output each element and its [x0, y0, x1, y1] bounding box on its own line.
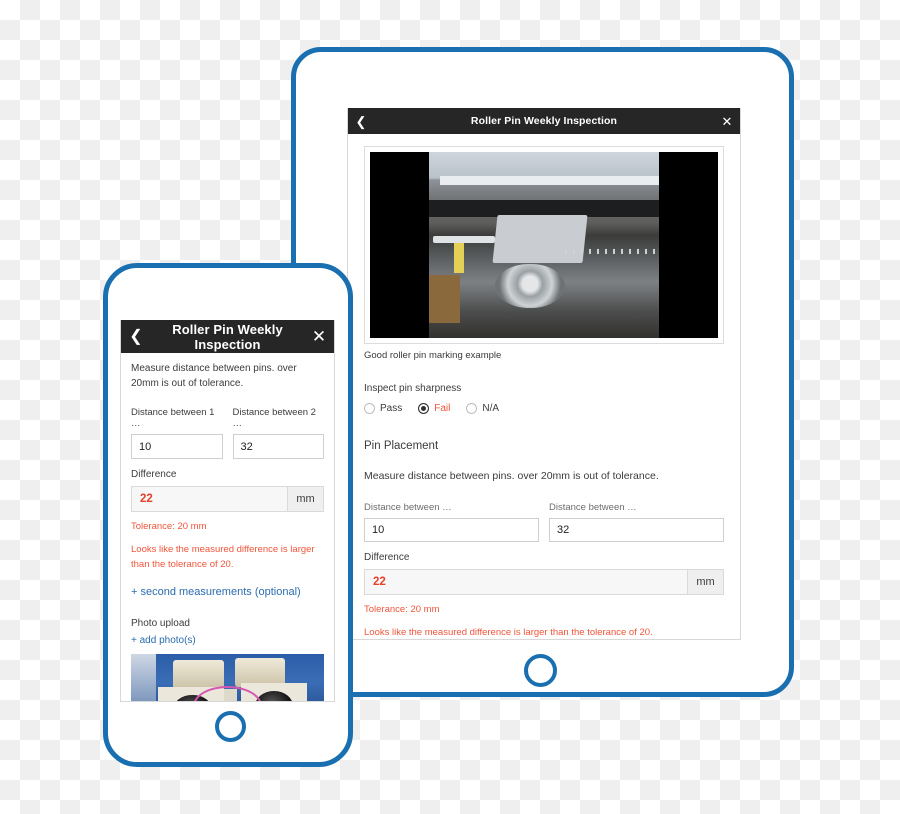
distance-field-1: Distance between … 10 — [364, 502, 539, 543]
chevron-left-icon[interactable]: ❮ — [348, 115, 374, 128]
distance-field-2: Distance between 2 … 32 — [232, 407, 324, 459]
tolerance-text: Tolerance: 20 mm — [131, 521, 207, 532]
phone-screen: ❮ Roller Pin Weekly Inspection ✕ Measure… — [120, 320, 335, 702]
uploaded-photo-thumbnail[interactable] — [131, 654, 324, 701]
difference-unit: mm — [287, 486, 324, 512]
phone-home-button[interactable] — [215, 711, 246, 742]
distance-1-label: Distance between 1 … — [131, 407, 215, 429]
tolerance-warning: Looks like the measured difference is la… — [364, 627, 653, 639]
reference-photo-frame — [364, 146, 724, 344]
close-icon[interactable]: ✕ — [304, 328, 334, 345]
close-icon[interactable]: ✕ — [714, 115, 740, 128]
tolerance-warning: Looks like the measured difference is la… — [131, 544, 315, 571]
section-title-pin-placement: Pin Placement — [364, 440, 439, 452]
radio-label: N/A — [482, 403, 500, 414]
difference-field: 22 mm — [364, 569, 724, 596]
pin-placement-instruction: Measure distance between pins. over 20mm… — [364, 470, 659, 482]
difference-value: 22 — [131, 486, 287, 512]
distance-2-label: Distance between … — [549, 502, 637, 514]
difference-field: 22 mm — [131, 486, 324, 512]
radio-circle-icon — [364, 403, 375, 414]
difference-label: Difference — [364, 552, 410, 564]
reference-photo-image — [370, 152, 718, 338]
distance-2-input[interactable]: 32 — [549, 518, 724, 543]
tablet-home-button[interactable] — [524, 654, 557, 687]
phone-device-frame: ❮ Roller Pin Weekly Inspection ✕ Measure… — [103, 263, 353, 767]
distance-2-input[interactable]: 32 — [232, 434, 324, 459]
tablet-screen: ❮ Roller Pin Weekly Inspection ✕ Good ro… — [347, 108, 741, 640]
distance-fields-row: Distance between … 10 Distance between …… — [364, 502, 724, 543]
distance-field-1: Distance between 1 … 10 — [131, 407, 223, 459]
second-measurements-link[interactable]: + second measurements (optional) — [131, 586, 324, 598]
distance-2-label: Distance between 2 … — [232, 407, 316, 429]
tablet-form-body: Good roller pin marking example Inspect … — [348, 134, 740, 639]
distance-1-label: Distance between … — [364, 502, 452, 514]
distance-field-2: Distance between … 32 — [549, 502, 724, 543]
sharpness-question-label: Inspect pin sharpness — [364, 383, 462, 394]
photo-caption: Good roller pin marking example — [364, 350, 502, 361]
difference-value: 22 — [364, 569, 687, 596]
tablet-titlebar: ❮ Roller Pin Weekly Inspection ✕ — [348, 108, 740, 134]
tolerance-text: Tolerance: 20 mm — [364, 604, 440, 616]
phone-form-body: Measure distance between pins. over 20mm… — [121, 353, 334, 701]
chevron-left-icon[interactable]: ❮ — [121, 328, 151, 345]
radio-label: Pass — [380, 403, 403, 414]
distance-fields-row: Distance between 1 … 10 Distance between… — [131, 407, 324, 459]
radio-circle-icon — [466, 403, 478, 414]
radio-option-pass[interactable]: Pass — [364, 403, 402, 414]
page-title: Roller Pin Weekly Inspection — [470, 115, 618, 127]
tablet-device-frame: ❮ Roller Pin Weekly Inspection ✕ Good ro… — [291, 47, 794, 697]
add-photo-link[interactable]: + add photo(s) — [131, 635, 324, 646]
pin-placement-instruction: Measure distance between pins. over 20mm… — [131, 363, 297, 389]
sharpness-radio-group: Pass Fail N/A — [364, 403, 724, 414]
photo-upload-label: Photo upload — [131, 618, 190, 630]
radio-label: Fail — [434, 403, 451, 414]
radio-option-fail[interactable]: Fail — [418, 403, 450, 414]
distance-1-input[interactable]: 10 — [364, 518, 539, 543]
radio-circle-selected-icon — [418, 403, 430, 414]
page-title: Roller Pin Weekly Inspection — [172, 321, 283, 352]
distance-1-input[interactable]: 10 — [131, 434, 223, 459]
radio-option-na[interactable]: N/A — [466, 403, 499, 414]
difference-label: Difference — [131, 469, 177, 480]
difference-unit: mm — [687, 569, 724, 596]
phone-titlebar: ❮ Roller Pin Weekly Inspection ✕ — [121, 320, 334, 353]
